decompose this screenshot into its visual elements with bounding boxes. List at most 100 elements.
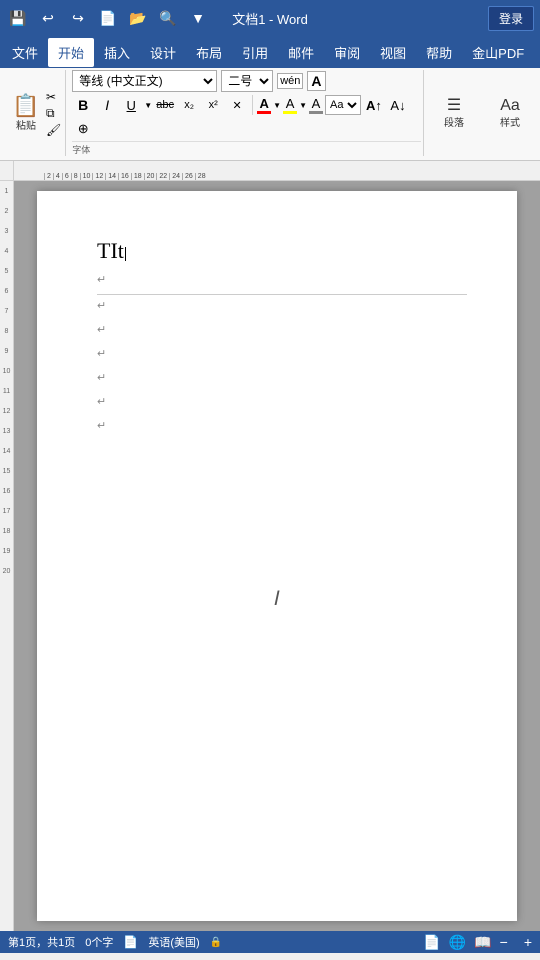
menu-item-insert[interactable]: 插入 <box>94 38 140 67</box>
ribbon-labels: 字体 <box>72 141 421 156</box>
clipboard-section: 📋 粘贴 ✂ ⧉ 🖌 <box>4 70 66 156</box>
font-color-label: A <box>259 96 268 111</box>
lr-16: 16 <box>0 481 13 501</box>
ribbon-row1: 等线 (中文正文) 二号 wén A <box>72 70 421 92</box>
zoom-icon[interactable]: 🔍 <box>156 6 180 30</box>
menu-item-references[interactable]: 引用 <box>232 38 278 67</box>
page-content[interactable]: TIt ↵ ↵ ↵ ↵ ↵ ↵ ↵ 𝐼 <box>37 191 517 871</box>
font-name-select[interactable]: 等线 (中文正文) <box>72 70 217 92</box>
style-icon: Aa <box>500 98 520 114</box>
lr-1: 1 <box>0 181 13 201</box>
para-style-section: ☰ 段落 Aa 样式 <box>423 70 536 156</box>
paragraph-icon: ☰ <box>447 98 461 114</box>
subscript-button[interactable]: x₂ <box>178 94 200 116</box>
page-info: 第1页，共1页 <box>8 934 75 950</box>
strikethrough-button[interactable]: abc <box>154 94 176 116</box>
lr-2: 2 <box>0 201 13 221</box>
text-content-1: TIt <box>97 238 124 263</box>
menu-item-help[interactable]: 帮助 <box>416 38 462 67</box>
grow-font-button[interactable]: A↑ <box>363 94 385 116</box>
para-style-buttons: ☰ 段落 Aa 样式 <box>428 70 536 156</box>
para-mark-5: ↵ <box>97 369 467 389</box>
para-mark-6: ↵ <box>97 393 467 413</box>
font-color-button[interactable]: A <box>257 96 271 114</box>
font-section-label: 字体 <box>72 141 421 156</box>
shading-button[interactable]: A <box>309 96 323 114</box>
redo-icon[interactable]: ↪ <box>66 6 90 30</box>
text-line-7: ↵ <box>97 417 467 441</box>
font-para-area: 等线 (中文正文) 二号 wén A B I U ▼ abc x₂ x² ✕ <box>72 70 421 156</box>
menu-item-review[interactable]: 审阅 <box>324 38 370 67</box>
i-beam-cursor: 𝐼 <box>274 581 280 617</box>
paste-label: 粘贴 <box>16 117 36 132</box>
language-icon[interactable]: 🔒 <box>210 937 222 948</box>
highlight-arrow[interactable]: ▼ <box>299 101 307 110</box>
cut-icon[interactable]: ✂ <box>46 90 61 104</box>
language[interactable]: 英语(美国) <box>148 934 199 950</box>
menu-item-mailings[interactable]: 邮件 <box>278 38 324 67</box>
ribbon-row2: B I U ▼ abc x₂ x² ✕ A ▼ A ▼ <box>72 94 421 140</box>
italic-button[interactable]: I <box>96 94 118 116</box>
paragraph-button[interactable]: ☰ 段落 <box>428 94 480 132</box>
ruler-corner <box>0 161 14 180</box>
view-read-icon[interactable]: 📖 <box>474 934 491 951</box>
menu-item-view[interactable]: 视图 <box>370 38 416 67</box>
paste-button[interactable]: 📋 粘贴 <box>8 95 44 132</box>
title-icons: 💾 ↩ ↪ 📄 📂 🔍 ▼ <box>6 6 210 30</box>
paste-icon: 📋 <box>12 95 39 117</box>
menu-bar: 文件 开始 插入 设计 布局 引用 邮件 审阅 视图 帮助 金山PDF <box>0 36 540 68</box>
lr-20: 20 <box>0 561 13 581</box>
format-painter-icon[interactable]: 🖌 <box>46 123 61 137</box>
more-icon[interactable]: ▼ <box>186 6 210 30</box>
menu-item-layout[interactable]: 布局 <box>186 38 232 67</box>
emphasis-button[interactable]: ⊕ <box>72 118 94 140</box>
para-mark-7: ↵ <box>97 417 467 437</box>
bold-button[interactable]: B <box>72 94 94 116</box>
text-cursor <box>125 247 126 261</box>
login-button[interactable]: 登录 <box>488 6 534 31</box>
lr-15: 15 <box>0 461 13 481</box>
view-print-icon[interactable]: 📄 <box>423 934 440 951</box>
document-title: 文档1 - Word <box>232 9 308 28</box>
copy-icon[interactable]: ⧉ <box>46 106 61 121</box>
menu-item-file[interactable]: 文件 <box>2 38 48 67</box>
clear-format-button[interactable]: ✕ <box>226 94 248 116</box>
new-icon[interactable]: 📄 <box>96 6 120 30</box>
open-icon[interactable]: 📂 <box>126 6 150 30</box>
text-line-1: TIt ↵ <box>97 231 467 295</box>
font-size-select[interactable]: 二号 <box>221 70 273 92</box>
status-right: 📄 🌐 📖 − + <box>423 934 532 951</box>
undo-icon[interactable]: ↩ <box>36 6 60 30</box>
menu-item-jinshan[interactable]: 金山PDF <box>462 38 534 67</box>
word-count: 0个字 <box>85 934 113 950</box>
lr-19: 19 <box>0 541 13 561</box>
save-icon[interactable]: 💾 <box>6 6 30 30</box>
doc-icon[interactable]: 📄 <box>123 935 138 949</box>
zoom-in-icon[interactable]: + <box>524 934 532 950</box>
shading-label: A <box>312 96 321 111</box>
font-icon[interactable]: A <box>307 71 325 91</box>
aa-select[interactable]: Aa <box>325 95 361 115</box>
view-web-icon[interactable]: 🌐 <box>449 934 466 951</box>
lr-17: 17 <box>0 501 13 521</box>
separator1 <box>252 95 253 115</box>
lr-7: 7 <box>0 301 13 321</box>
menu-item-design[interactable]: 设计 <box>140 38 186 67</box>
text-line-3: ↵ <box>97 321 467 345</box>
ruler-scale: 2 4 6 8 10 12 14 16 18 20 22 24 26 28 <box>44 173 208 180</box>
lr-14: 14 <box>0 441 13 461</box>
special-char-icon[interactable]: wén <box>277 73 303 89</box>
shrink-font-button[interactable]: A↓ <box>387 94 409 116</box>
underline-arrow[interactable]: ▼ <box>144 101 152 110</box>
superscript-button[interactable]: x² <box>202 94 224 116</box>
document-page[interactable]: TIt ↵ ↵ ↵ ↵ ↵ ↵ ↵ 𝐼 <box>37 191 517 921</box>
highlight-label: A <box>286 96 295 111</box>
style-button[interactable]: Aa 样式 <box>484 94 536 132</box>
lr-4: 4 <box>0 241 13 261</box>
zoom-out-icon[interactable]: − <box>500 934 508 950</box>
underline-button[interactable]: U <box>120 94 142 116</box>
highlight-button[interactable]: A <box>283 96 297 114</box>
font-color-arrow[interactable]: ▼ <box>273 101 281 110</box>
menu-item-home[interactable]: 开始 <box>48 38 94 67</box>
lr-11: 11 <box>0 381 13 401</box>
